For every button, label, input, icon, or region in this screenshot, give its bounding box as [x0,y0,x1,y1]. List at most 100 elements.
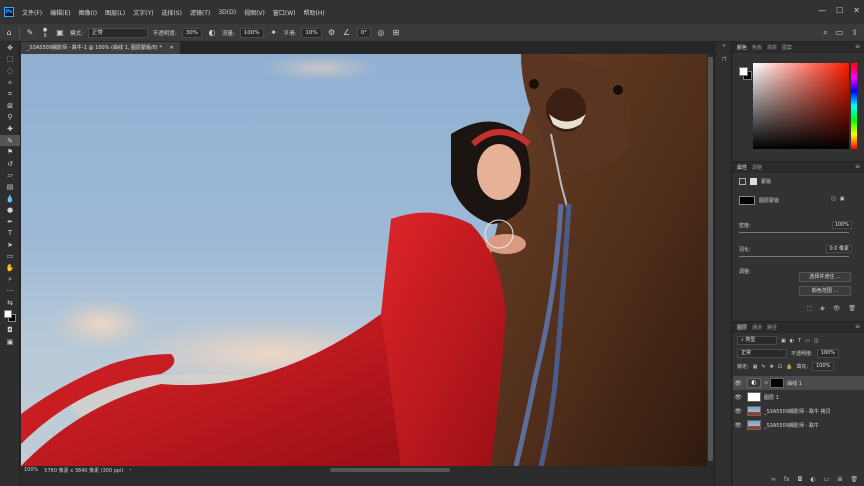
symmetry-icon[interactable]: ⊞ [391,28,401,38]
brush-settings-icon[interactable]: ▣ [55,28,65,38]
home-icon[interactable]: ⌂ [4,28,14,38]
filter-shape-icon[interactable]: ▭ [805,338,810,344]
color-range-button[interactable]: 颜色范围 ... [799,286,851,296]
expand-panels-icon[interactable]: « [715,42,733,50]
blend-mode-select[interactable]: 正常 [737,349,787,358]
menu-layer[interactable]: 图层(L) [101,8,129,17]
eye-icon[interactable]: 👁 [733,380,743,387]
filter-adjust-icon[interactable]: ◐ [790,338,794,344]
tab-adjustments[interactable]: 调整 [752,164,762,171]
horizontal-scrollbar[interactable] [180,467,700,473]
quick-select-tool-icon[interactable]: ✧ [0,77,20,89]
zoom-level[interactable]: 100% [24,467,38,473]
healing-brush-tool-icon[interactable]: ✚ [0,123,20,135]
mask-vector-icon[interactable]: ▣ [840,196,845,202]
layer-row[interactable]: 👁 图层 1 [733,390,864,404]
blur-tool-icon[interactable]: 💧 [0,193,20,205]
menu-window[interactable]: 窗口(W) [269,8,300,17]
type-tool-icon[interactable]: T [0,228,20,240]
search-icon[interactable]: ⌕ [823,28,827,38]
menu-select[interactable]: 选择(S) [157,8,186,17]
pressure-opacity-icon[interactable]: ◐ [207,28,217,38]
close-icon[interactable]: ✕ [853,6,860,15]
angle-field[interactable]: 0° [356,27,371,38]
swap-colors-icon[interactable]: ⇆ [0,297,20,309]
menu-filter[interactable]: 滤镜(T) [186,8,214,17]
dodge-tool-icon[interactable]: ● [0,204,20,216]
horizontal-scroll-thumb[interactable] [330,468,450,472]
eyedropper-tool-icon[interactable]: ⚲ [0,112,20,124]
quick-mask-icon[interactable]: ◘ [0,325,20,337]
vector-mask-icon[interactable] [750,178,757,185]
shape-tool-icon[interactable]: ▭ [0,251,20,263]
pressure-size-icon[interactable]: ◎ [376,28,386,38]
layer-kind-filter[interactable]: ⌕ 类型 [737,336,777,345]
frame-tool-icon[interactable]: ⊠ [0,100,20,112]
lock-position-icon[interactable]: ✥ [770,364,774,370]
fx-icon[interactable]: fx [784,476,790,483]
lock-paint-icon[interactable]: ✎ [761,364,765,370]
brush-preset-picker[interactable]: ● 9 [40,27,50,39]
new-layer-icon[interactable]: ⊞ [837,476,842,483]
tab-patterns[interactable]: 图案 [782,44,792,51]
panel-menu-icon[interactable]: ≡ [855,43,860,50]
layer-opacity-field[interactable]: 100% [816,349,839,358]
pen-tool-icon[interactable]: ✒ [0,216,20,228]
menu-view[interactable]: 视图(V) [240,8,269,17]
new-adjustment-icon[interactable]: ◐ [810,476,815,483]
zoom-tool-icon[interactable]: ⌕ [0,274,20,286]
select-and-mask-button[interactable]: 选择并遮住 ... [799,272,851,282]
foreground-color[interactable] [739,67,748,76]
screen-mode-icon[interactable]: ▣ [0,336,20,348]
document-tab[interactable]: _S3A5509搁影师 - 跌牛-1 @ 100% (曲线 1, 图层蒙版/8)… [21,42,180,54]
add-mask-icon[interactable]: ◘ [798,476,803,483]
path-select-tool-icon[interactable]: ➤ [0,239,20,251]
document-canvas[interactable] [21,54,707,466]
flow-field[interactable]: 100% [239,27,264,38]
color-swatches[interactable] [0,309,20,325]
density-field[interactable]: 100% [831,221,852,229]
menu-type[interactable]: 文字(Y) [129,8,157,17]
lasso-tool-icon[interactable]: ◌ [0,65,20,77]
load-selection-icon[interactable]: ⬚ [806,305,812,312]
filter-smart-icon[interactable]: ◫ [814,338,819,344]
marquee-tool-icon[interactable]: ⬚ [0,54,20,66]
gear-icon[interactable]: ⚙ [327,28,337,38]
panel-menu-icon[interactable]: ≡ [855,323,860,330]
gradient-tool-icon[interactable]: ▤ [0,181,20,193]
tab-paths[interactable]: 路径 [767,324,777,331]
layer-row[interactable]: 👁 _S3A5509搁影师 - 跌牛 [733,418,864,432]
eye-icon[interactable]: 👁 [733,422,743,429]
share-icon[interactable]: ⇪ [851,28,858,38]
tab-properties[interactable]: 属性 [737,164,747,171]
delete-mask-icon[interactable]: 🗑 [848,305,856,312]
layer-row[interactable]: 👁 _S3A5509搁影师 - 跌牛 拷贝 [733,404,864,418]
layer-mask-thumbnail[interactable] [770,378,785,388]
tab-swatches[interactable]: 色板 [752,44,762,51]
tab-channels[interactable]: 通道 [752,324,762,331]
foreground-color-swatch[interactable] [4,309,12,318]
eye-icon[interactable]: 👁 [733,394,743,401]
lock-all-icon[interactable]: 🔒 [786,364,792,370]
trash-icon[interactable]: 🗑 [850,476,858,483]
feather-slider[interactable] [739,256,849,257]
new-group-icon[interactable]: ▭ [824,476,830,483]
density-slider[interactable] [739,232,849,233]
close-tab-icon[interactable]: ✕ [169,45,173,51]
filter-type-icon[interactable]: T [798,338,801,344]
link-layers-icon[interactable]: ∞ [771,476,776,483]
eraser-tool-icon[interactable]: ▱ [0,170,20,182]
apply-mask-icon[interactable]: ◈ [820,305,825,312]
history-brush-tool-icon[interactable]: ↺ [0,158,20,170]
panel-menu-icon[interactable]: ≡ [855,163,860,170]
feather-field[interactable]: 0.0 像素 [826,245,852,253]
hue-slider[interactable] [851,63,857,149]
color-picker-field[interactable] [753,63,849,149]
menu-image[interactable]: 图像(I) [75,8,101,17]
menu-help[interactable]: 帮助(H) [300,8,329,17]
brush-tool-icon[interactable]: ✎ [0,134,20,147]
fill-field[interactable]: 100% [811,362,835,371]
more-tools-icon[interactable]: ··· [0,285,20,297]
menu-3d[interactable]: 3D(D) [214,9,240,16]
brush-tool-icon[interactable]: ✎ [25,28,35,38]
